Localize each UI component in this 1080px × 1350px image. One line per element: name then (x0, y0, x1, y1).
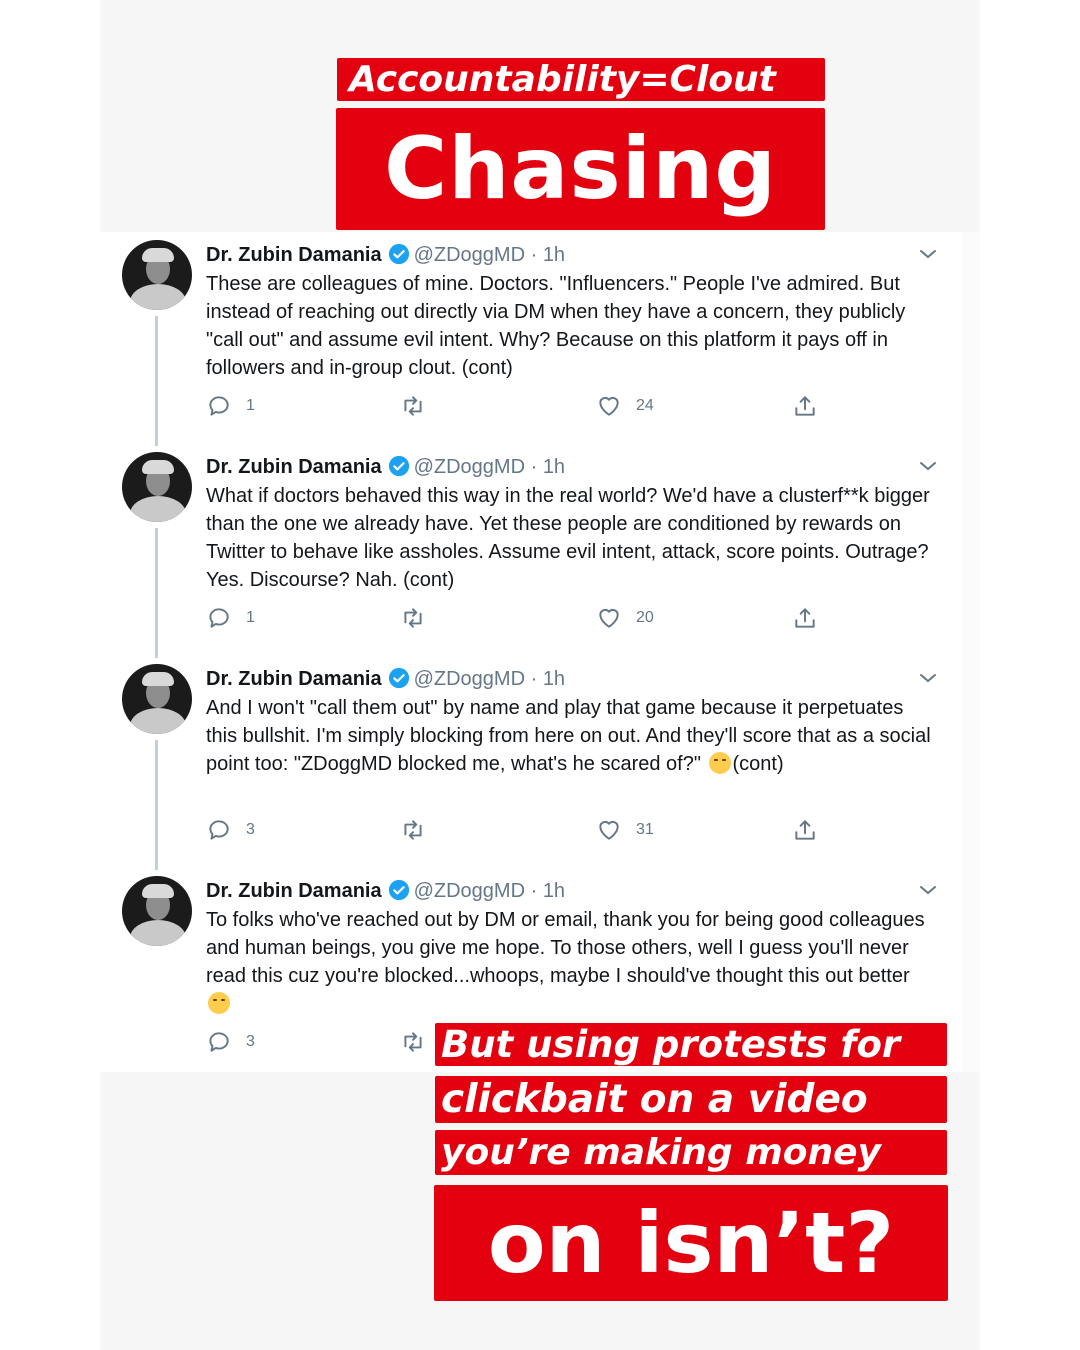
retweet-button[interactable] (400, 816, 440, 844)
like-heart-icon (599, 608, 619, 628)
like-heart-icon (599, 820, 619, 840)
author-name[interactable]: Dr. Zubin Damania (206, 880, 382, 902)
tweet-header: Dr. Zubin Damania @ZDoggMD · 1h (206, 878, 565, 904)
reply-icon (209, 820, 229, 840)
chevron-down-icon[interactable] (918, 668, 938, 688)
tweet-text: To folks who've reached out by DM or ema… (206, 906, 936, 1018)
verified-badge-icon (388, 455, 409, 477)
tweet-time[interactable]: 1h (543, 244, 565, 266)
retweet-button[interactable] (400, 392, 440, 420)
caption-banner-line1: But using protests for (435, 1023, 947, 1066)
reply-button[interactable]: 1 (206, 392, 255, 420)
thread-connector-line (155, 316, 158, 446)
tweet-actions: 1 24 (206, 392, 926, 420)
tweet-time[interactable]: 1h (543, 456, 565, 478)
author-handle[interactable]: @ZDoggMD (414, 880, 525, 902)
grinning-sweat-emoji (208, 992, 230, 1014)
tweet-actions: 3 31 (206, 816, 926, 844)
caption-banner-line2: clickbait on a video (435, 1076, 947, 1123)
tweet-time[interactable]: 1h (543, 668, 565, 690)
author-handle[interactable]: @ZDoggMD (414, 456, 525, 478)
author-handle[interactable]: @ZDoggMD (414, 668, 525, 690)
like-count: 20 (636, 609, 654, 626)
share-icon (795, 608, 815, 628)
chevron-down-icon[interactable] (918, 880, 938, 900)
reply-button[interactable]: 3 (206, 816, 255, 844)
retweet-icon (404, 1032, 422, 1052)
retweet-icon (404, 396, 422, 416)
retweet-button[interactable] (400, 604, 440, 632)
tweet-text: These are colleagues of mine. Doctors. "… (206, 273, 906, 379)
share-button[interactable] (792, 816, 818, 844)
caption-banner-line4: on isn’t? (434, 1185, 948, 1301)
chevron-down-icon[interactable] (918, 244, 938, 264)
reply-icon (209, 396, 229, 416)
tweet-1[interactable]: Dr. Zubin Damania @ZDoggMD · 1h These are… (100, 232, 962, 446)
tweet-2[interactable]: Dr. Zubin Damania @ZDoggMD · 1h What if d… (100, 444, 962, 658)
share-icon (795, 396, 815, 416)
verified-badge-icon (388, 879, 409, 901)
thread-connector-line (155, 528, 158, 658)
like-count: 31 (636, 821, 654, 838)
separator: · (525, 668, 543, 690)
verified-badge-icon (388, 667, 409, 689)
caption-banner-line3: you’re making money (435, 1130, 947, 1175)
avatar[interactable] (122, 876, 192, 946)
avatar[interactable] (122, 664, 192, 734)
separator: · (525, 880, 543, 902)
reply-icon (209, 1032, 229, 1052)
retweet-icon (404, 820, 422, 840)
separator: · (525, 456, 543, 478)
avatar[interactable] (122, 240, 192, 310)
share-button[interactable] (792, 604, 818, 632)
author-name[interactable]: Dr. Zubin Damania (206, 668, 382, 690)
tweet-actions: 1 20 (206, 604, 926, 632)
like-button[interactable]: 24 (596, 392, 654, 420)
reply-icon (209, 608, 229, 628)
tweet-text: What if doctors behaved this way in the … (206, 485, 930, 591)
smirking-face-emoji (708, 752, 731, 774)
share-button[interactable] (792, 392, 818, 420)
separator: · (525, 244, 543, 266)
like-count: 24 (636, 397, 654, 414)
like-heart-icon (599, 396, 619, 416)
retweet-button[interactable] (400, 1028, 426, 1056)
like-button[interactable]: 31 (596, 816, 654, 844)
author-name[interactable]: Dr. Zubin Damania (206, 244, 382, 266)
author-handle[interactable]: @ZDoggMD (414, 244, 525, 266)
thread-connector-line (155, 740, 158, 870)
caption-banner-accountability: Accountability=Clout (337, 58, 825, 101)
author-name[interactable]: Dr. Zubin Damania (206, 456, 382, 478)
avatar[interactable] (122, 452, 192, 522)
verified-badge-icon (388, 243, 409, 265)
tweet-header: Dr. Zubin Damania @ZDoggMD · 1h (206, 666, 565, 692)
caption-banner-chasing: Chasing (336, 108, 825, 230)
like-button[interactable]: 20 (596, 604, 654, 632)
share-icon (795, 820, 815, 840)
tweet-thread-screenshot: Dr. Zubin Damania @ZDoggMD · 1h These are… (100, 232, 962, 1072)
tweet-time[interactable]: 1h (543, 880, 565, 902)
reply-count: 3 (246, 1033, 255, 1050)
reply-count: 3 (246, 821, 255, 838)
reply-count: 1 (246, 397, 255, 414)
reply-count: 1 (246, 609, 255, 626)
tweet-3[interactable]: Dr. Zubin Damania @ZDoggMD · 1h And I won… (100, 656, 962, 870)
reply-button[interactable]: 1 (206, 604, 255, 632)
tweet-text: And I won't "call them out" by name and … (206, 697, 931, 775)
tweet-header: Dr. Zubin Damania @ZDoggMD · 1h (206, 242, 565, 268)
tweet-header: Dr. Zubin Damania @ZDoggMD · 1h (206, 454, 565, 480)
retweet-icon (404, 608, 422, 628)
panel-edge (962, 232, 980, 1072)
chevron-down-icon[interactable] (918, 456, 938, 476)
reply-button[interactable]: 3 (206, 1028, 255, 1056)
